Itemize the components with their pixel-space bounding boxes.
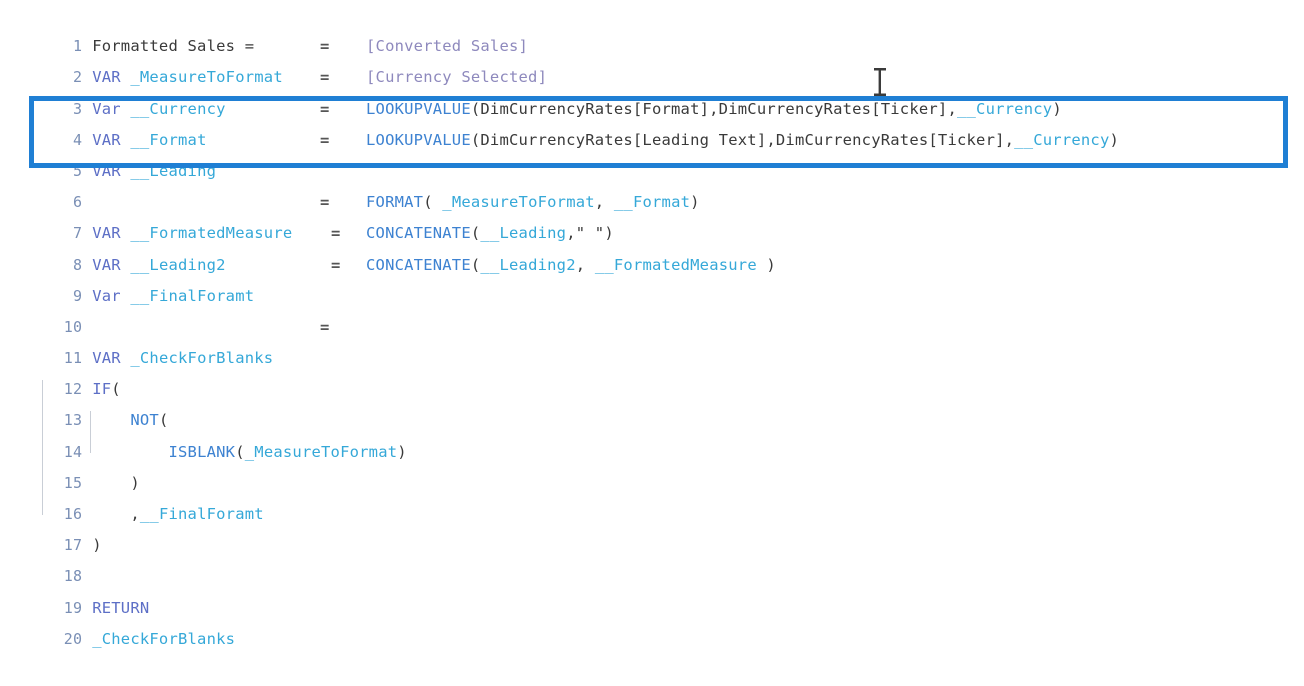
equals-sign: =	[320, 317, 330, 336]
function-name: LOOKUPVALUE	[366, 130, 471, 149]
code-line[interactable]: 11 VAR _CheckForBlanks =	[0, 312, 1304, 367]
code-line[interactable]: 7 VAR __FormatedMeasure = FORMAT( _Measur…	[0, 187, 1304, 242]
code-line[interactable]: 17)	[0, 499, 1304, 554]
indent-guide	[42, 380, 43, 515]
open-paren: (	[470, 255, 481, 274]
code-line[interactable]: 19 RETURN	[0, 561, 1304, 617]
variable-reference: __Leading2	[480, 255, 576, 274]
code-line[interactable]: 9 Var __FinalForamt = CONCATENATE(__Leadi…	[0, 250, 1304, 305]
measure-reference: [Converted Sales]	[366, 37, 529, 56]
equals-sign: =	[320, 193, 330, 212]
close-paren: )	[1109, 130, 1120, 149]
expression: LOOKUPVALUE(DimCurrencyRates[Leading Tex…	[366, 125, 1119, 156]
variable-reference: __FormatedMeasure	[594, 255, 757, 274]
arg-separator: ,	[575, 255, 595, 274]
code-line[interactable]: 8 VAR __Leading2 = CONCATENATE(__Leading,…	[0, 218, 1304, 273]
indent-guide	[90, 411, 91, 453]
function-name: FORMAT	[366, 193, 424, 212]
code-line[interactable]: 10	[0, 281, 1304, 336]
code-line[interactable]: 6	[0, 156, 1304, 211]
expression: CONCATENATE(__Leading2, __FormatedMeasur…	[366, 250, 776, 281]
close-paren: )	[756, 255, 776, 274]
expression: [Currency Selected]	[366, 62, 547, 93]
close-paren: )	[690, 193, 700, 212]
dax-formula-editor[interactable]: 1 Formatted Sales = 2 VAR _MeasureToFormat…	[0, 0, 1304, 648]
code-line[interactable]: 18	[0, 530, 1304, 585]
code-line[interactable]: 4 VAR __Format = LOOKUPVALUE(DimCurrencyR…	[0, 94, 1304, 149]
equals-sign: =	[331, 224, 341, 243]
open-paren: (	[423, 193, 443, 212]
measure-reference: [Currency Selected]	[366, 68, 548, 87]
variable-reference: __Format	[613, 193, 691, 212]
function-args: (DimCurrencyRates[Format],DimCurrencyRat…	[470, 99, 957, 118]
code-line[interactable]: 2 VAR _MeasureToFormat = [Converted Sales…	[0, 31, 1304, 86]
function-name: CONCATENATE	[366, 224, 471, 243]
variable-reference: __Currency	[956, 99, 1053, 118]
code-line[interactable]: 20 _CheckForBlanks	[0, 593, 1304, 648]
equals-sign: =	[320, 37, 330, 56]
function-name: LOOKUPVALUE	[366, 99, 471, 118]
code-line[interactable]: 5 VAR __Leading = LOOKUPVALUE(DimCurrency…	[0, 125, 1304, 180]
function-args: (DimCurrencyRates[Leading Text],DimCurre…	[470, 130, 1015, 149]
code-line[interactable]: 16 ,__FinalForamt	[0, 468, 1304, 523]
code-line[interactable]: 1 Formatted Sales =	[0, 0, 1304, 55]
equals-sign: =	[320, 68, 330, 87]
variable-reference: _MeasureToFormat	[442, 193, 595, 212]
string-literal-arg: ," ")	[566, 224, 614, 243]
code-line[interactable]: 3 Var __Currency = [Currency Selected]	[0, 62, 1304, 117]
expression: CONCATENATE(__Leading," ")	[366, 218, 614, 249]
line-number: 20	[63, 629, 83, 648]
arg-separator: ,	[594, 193, 614, 212]
equals-sign: =	[331, 255, 341, 274]
code-area[interactable]: 1 Formatted Sales = 2 VAR _MeasureToFormat…	[0, 0, 1304, 648]
close-paren: )	[1052, 99, 1062, 118]
code-line[interactable]: 12 IF(	[0, 343, 1304, 398]
code-line[interactable]: 15 )	[0, 437, 1304, 492]
variable-reference: _CheckForBlanks	[92, 629, 236, 648]
open-paren: (	[470, 224, 481, 243]
variable-reference: __Currency	[1014, 130, 1110, 149]
code-line[interactable]: 13 NOT(	[0, 374, 1304, 429]
expression: FORMAT( _MeasureToFormat, __Format)	[366, 187, 700, 218]
equals-sign: =	[320, 99, 330, 118]
equals-sign: =	[320, 130, 330, 149]
function-name: CONCATENATE	[366, 255, 471, 274]
expression: LOOKUPVALUE(DimCurrencyRates[Format],Dim…	[366, 94, 1062, 125]
expression: [Converted Sales]	[366, 31, 528, 62]
code-line[interactable]: 14 ISBLANK(_MeasureToFormat)	[0, 405, 1304, 461]
variable-reference: __Leading	[480, 224, 567, 243]
